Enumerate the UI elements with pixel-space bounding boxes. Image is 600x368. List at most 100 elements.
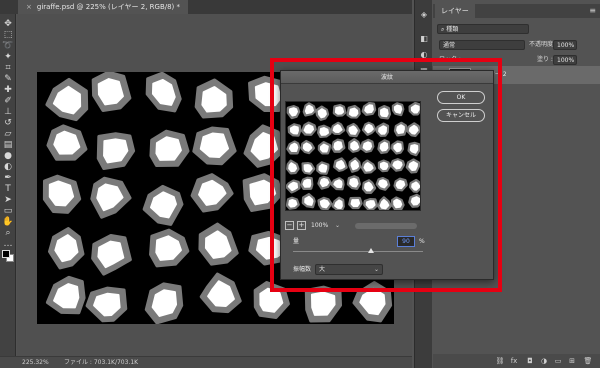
spot — [155, 136, 182, 161]
spot — [318, 163, 328, 173]
spot — [302, 178, 312, 188]
size-label: 振幅数 — [293, 266, 312, 273]
new-group-icon[interactable]: ▭ — [553, 356, 563, 366]
dialog-title: 波紋 — [380, 74, 393, 81]
document-tab-title: giraffe.psd @ 225% (レイヤー 2, RGB/8) * — [36, 3, 181, 11]
link-layers-icon[interactable]: ⛓ — [495, 356, 505, 366]
spot — [53, 130, 81, 155]
ripple-filter-dialog: 波紋 OK キャンセル − + 100% ⌄ 量 90 % 振幅数 大 ⌄ — [280, 70, 494, 280]
spot — [317, 108, 327, 119]
fill-field[interactable]: 100% — [553, 55, 577, 65]
spot — [395, 180, 406, 190]
layers-panel-header: レイヤー ≡ — [433, 4, 600, 18]
spot — [350, 159, 360, 171]
spot — [379, 161, 389, 171]
ok-button[interactable]: OK — [437, 91, 485, 104]
spot — [199, 132, 230, 159]
search-icon: ⌕ — [441, 26, 445, 33]
spot — [319, 199, 330, 209]
more-tools-icon[interactable]: … — [2, 238, 14, 250]
spot — [333, 179, 343, 189]
spot — [48, 180, 75, 207]
spot — [304, 104, 314, 115]
foreground-color-swatch[interactable] — [2, 250, 10, 258]
amount-slider-track[interactable] — [293, 251, 423, 252]
spot — [97, 78, 124, 106]
zoom-out-button[interactable]: − — [285, 221, 294, 230]
spot — [350, 199, 361, 208]
new-layer-icon[interactable]: ⊞ — [567, 356, 577, 366]
spot — [378, 125, 387, 135]
spot — [410, 196, 420, 206]
spot — [348, 107, 359, 117]
spot — [392, 160, 403, 170]
layer-filter-select[interactable]: ⌕ 種類 — [437, 24, 529, 34]
amount-unit: % — [419, 238, 425, 245]
spot — [350, 140, 360, 151]
spot — [319, 143, 329, 153]
spot — [364, 104, 374, 114]
spot — [304, 195, 314, 206]
zoom-level[interactable]: 225.32% — [22, 357, 49, 368]
spot — [332, 124, 343, 133]
fill-value: 100% — [557, 57, 575, 64]
layer-style-icon[interactable]: fx — [509, 356, 519, 366]
zoom-in-button[interactable]: + — [297, 221, 306, 230]
document-tab-bar: × giraffe.psd @ 225% (レイヤー 2, RGB/8) * — [0, 0, 412, 14]
lock-label: ロック : — [439, 56, 461, 63]
spot — [333, 140, 343, 151]
opacity-field[interactable]: 100% — [553, 40, 577, 50]
spot — [408, 124, 419, 135]
dialog-titlebar[interactable]: 波紋 — [281, 71, 493, 84]
spot — [288, 107, 298, 117]
delete-layer-icon[interactable]: 🗑 — [583, 356, 593, 366]
filter-kind-label: 種類 — [446, 26, 459, 33]
spot — [288, 198, 298, 208]
spot — [334, 199, 343, 210]
amount-slider-thumb[interactable] — [368, 248, 374, 253]
spot — [409, 144, 419, 154]
size-select[interactable]: 大 ⌄ — [315, 264, 383, 275]
properties-panel-icon[interactable]: ◧ — [419, 34, 429, 44]
spot — [393, 198, 403, 209]
spot — [362, 141, 373, 151]
amount-label: 量 — [293, 238, 300, 245]
layers-panel-footer: ⛓ fx ◘ ◑ ▭ ⊞ 🗑 — [433, 354, 600, 368]
chevron-down-icon[interactable]: ⌄ — [335, 221, 340, 230]
tools-panel: ✥ ⬚ ➰ ✦ ⌗ ✎ ✚ ✐ ⊥ ↺ ▱ ▤ ● ◐ ✒ T ➤ ▭ ✋ ⌕… — [0, 14, 16, 356]
preview-progress-bar — [355, 223, 417, 229]
close-tab-icon[interactable]: × — [26, 3, 32, 11]
spot — [302, 142, 313, 152]
document-tab[interactable]: × giraffe.psd @ 225% (レイヤー 2, RGB/8) * — [18, 0, 189, 14]
spot — [364, 181, 374, 192]
cancel-button[interactable]: キャンセル — [437, 109, 485, 122]
opacity-value: 100% — [557, 42, 575, 49]
adjustment-layer-icon[interactable]: ◑ — [539, 356, 549, 366]
spot — [319, 127, 329, 136]
spot — [303, 124, 315, 134]
spot — [335, 160, 346, 170]
spot — [410, 104, 420, 114]
amount-input[interactable]: 90 — [397, 236, 415, 247]
spot — [319, 177, 330, 188]
status-bar: 225.32% ファイル : 703.1K/703.1K — [0, 356, 412, 368]
layers-panel-icon[interactable]: ◈ — [419, 10, 429, 20]
spot — [303, 164, 313, 173]
filter-preview[interactable] — [285, 101, 421, 211]
spot — [364, 123, 374, 134]
photoshop-window: × giraffe.psd @ 225% (レイヤー 2, RGB/8) * ✥ ⬚… — [0, 0, 600, 368]
blend-mode-value: 通常 — [443, 42, 456, 49]
spot — [288, 142, 299, 153]
spot — [349, 177, 359, 188]
add-mask-icon[interactable]: ◘ — [525, 356, 535, 366]
size-value: 大 — [319, 266, 326, 273]
panel-menu-icon[interactable]: ≡ — [589, 4, 596, 18]
preview-zoom-controls: − + 100% ⌄ — [285, 221, 425, 231]
spot — [334, 106, 345, 115]
adjustments-panel-icon[interactable]: ◐ — [419, 50, 429, 60]
tab-layers[interactable]: レイヤー — [435, 4, 475, 18]
spot — [393, 104, 403, 114]
spot — [288, 162, 298, 173]
blend-mode-select[interactable]: 通常 — [439, 40, 525, 50]
file-size-info[interactable]: ファイル : 703.1K/703.1K — [64, 357, 138, 368]
